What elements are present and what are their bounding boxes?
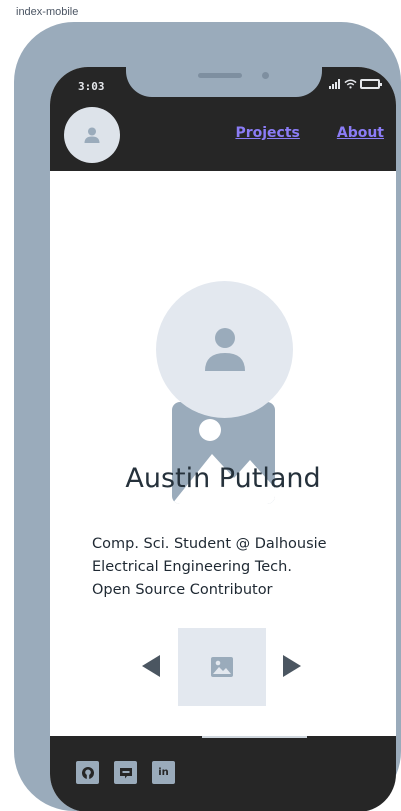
discord-glyph [119, 767, 132, 778]
signal-icon [329, 79, 340, 89]
header-nav: Projects About [235, 125, 384, 141]
linkedin-glyph: in [158, 767, 169, 778]
arrow-right-icon[interactable] [283, 655, 301, 677]
hero-avatar [156, 281, 293, 418]
profile-tagline: Comp. Sci. Student @ Dalhousie Electrica… [92, 533, 327, 602]
footer-divider [202, 736, 307, 738]
github-icon[interactable] [76, 761, 99, 784]
camera-dot [262, 72, 269, 79]
user-icon [84, 127, 100, 143]
user-icon [204, 327, 245, 371]
nav-link-about[interactable]: About [337, 125, 384, 141]
tagline-line: Comp. Sci. Student @ Dalhousie [92, 536, 327, 552]
linkedin-icon[interactable]: in [152, 761, 175, 784]
carousel-image [178, 628, 266, 706]
frame-label: index-mobile [16, 6, 79, 18]
header-avatar[interactable] [64, 107, 120, 163]
github-glyph [81, 766, 94, 779]
footer-bar: in [50, 736, 396, 811]
speaker-grille [198, 73, 242, 78]
tagline-line: Open Source Contributor [92, 582, 273, 598]
wifi-icon [344, 79, 357, 89]
nav-link-projects[interactable]: Projects [235, 125, 299, 141]
phone-frame: 3:03 Projects About Austin Putland Comp.… [14, 22, 401, 811]
battery-icon [360, 79, 382, 89]
phone-screen: 3:03 Projects About Austin Putland Comp.… [50, 67, 396, 811]
status-time: 3:03 [78, 80, 105, 93]
phone-notch [126, 67, 322, 97]
discord-icon[interactable] [114, 761, 137, 784]
status-icons [329, 79, 382, 89]
image-icon [211, 657, 233, 677]
tagline-line: Electrical Engineering Tech. [92, 559, 292, 575]
profile-name: Austin Putland [125, 463, 321, 494]
social-links: in [76, 761, 175, 784]
arrow-left-icon[interactable] [142, 655, 160, 677]
